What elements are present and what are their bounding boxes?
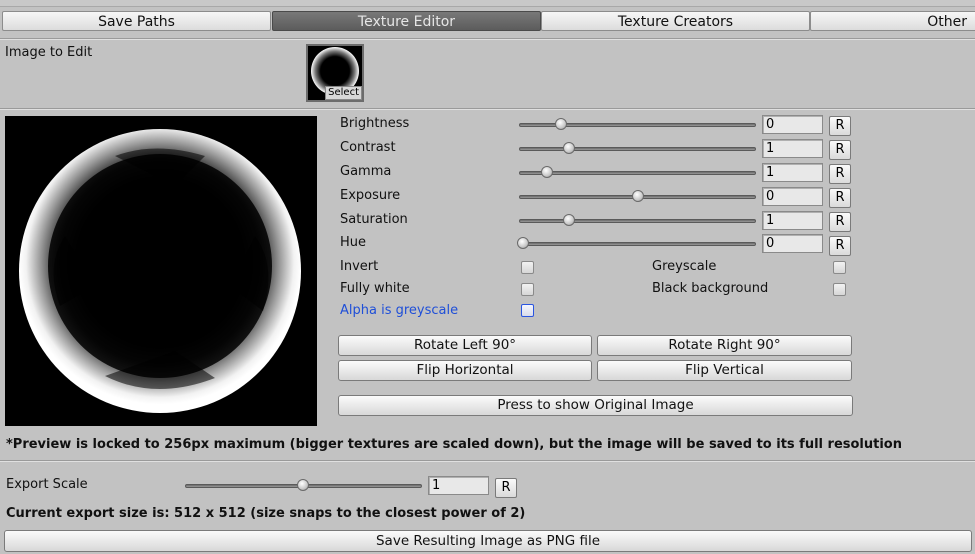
- flip-vertical-button[interactable]: Flip Vertical: [597, 360, 852, 381]
- divider: [0, 108, 975, 110]
- exposure-reset-button[interactable]: R: [829, 188, 851, 208]
- preview-note: *Preview is locked to 256px maximum (big…: [6, 437, 902, 452]
- tab-other[interactable]: Other: [810, 11, 975, 31]
- top-border: [0, 0, 975, 7]
- select-button[interactable]: Select: [325, 86, 362, 100]
- save-png-button[interactable]: Save Resulting Image as PNG file: [4, 530, 972, 552]
- contrast-label: Contrast: [340, 140, 396, 155]
- hue-slider[interactable]: [519, 242, 756, 246]
- gamma-input[interactable]: 1: [762, 163, 823, 182]
- black-background-checkbox[interactable]: [833, 283, 846, 296]
- fully-white-checkbox[interactable]: [521, 283, 534, 296]
- export-scale-reset-button[interactable]: R: [495, 478, 517, 498]
- contrast-input[interactable]: 1: [762, 139, 823, 158]
- brightness-label: Brightness: [340, 116, 410, 131]
- show-original-button[interactable]: Press to show Original Image: [338, 395, 853, 416]
- tab-texture-editor[interactable]: Texture Editor: [272, 11, 541, 31]
- gamma-slider-handle[interactable]: [541, 166, 553, 178]
- texture-preview: [5, 116, 317, 426]
- brightness-slider-handle[interactable]: [555, 118, 567, 130]
- rotate-left-button[interactable]: Rotate Left 90°: [338, 335, 592, 356]
- gamma-reset-button[interactable]: R: [829, 164, 851, 184]
- preview-image: [19, 129, 301, 413]
- exposure-label: Exposure: [340, 188, 401, 203]
- brightness-input[interactable]: 0: [762, 115, 823, 134]
- texture-thumbnail[interactable]: Select: [306, 44, 364, 102]
- alpha-is-greyscale-label: Alpha is greyscale: [340, 303, 459, 318]
- fully-white-label: Fully white: [340, 281, 410, 296]
- brightness-reset-button[interactable]: R: [829, 116, 851, 136]
- divider: [0, 460, 975, 462]
- greyscale-label: Greyscale: [652, 259, 717, 274]
- rotate-right-button[interactable]: Rotate Right 90°: [597, 335, 852, 356]
- black-background-label: Black background: [652, 281, 769, 296]
- hue-label: Hue: [340, 235, 367, 250]
- export-scale-input[interactable]: 1: [428, 476, 489, 495]
- exposure-slider-handle[interactable]: [632, 190, 644, 202]
- greyscale-checkbox[interactable]: [833, 261, 846, 274]
- hue-slider-handle[interactable]: [517, 237, 529, 249]
- hue-reset-button[interactable]: R: [829, 236, 851, 256]
- alpha-is-greyscale-checkbox[interactable]: [521, 304, 534, 317]
- tab-save-paths[interactable]: Save Paths: [2, 11, 271, 31]
- contrast-reset-button[interactable]: R: [829, 140, 851, 160]
- export-scale-label: Export Scale: [6, 477, 88, 492]
- export-scale-slider-handle[interactable]: [297, 479, 309, 491]
- invert-label: Invert: [340, 259, 379, 274]
- saturation-slider[interactable]: [519, 219, 756, 223]
- tab-bar: Save Paths Texture Editor Texture Creato…: [0, 11, 975, 33]
- saturation-reset-button[interactable]: R: [829, 212, 851, 232]
- contrast-slider[interactable]: [519, 147, 756, 151]
- hue-input[interactable]: 0: [762, 234, 823, 253]
- image-to-edit-label: Image to Edit: [5, 45, 93, 60]
- saturation-label: Saturation: [340, 212, 408, 227]
- contrast-slider-handle[interactable]: [563, 142, 575, 154]
- saturation-slider-handle[interactable]: [563, 214, 575, 226]
- invert-checkbox[interactable]: [521, 261, 534, 274]
- tab-texture-creators[interactable]: Texture Creators: [541, 11, 810, 31]
- divider: [0, 38, 975, 40]
- saturation-input[interactable]: 1: [762, 211, 823, 230]
- gamma-label: Gamma: [340, 164, 392, 179]
- export-size-text: Current export size is: 512 x 512 (size …: [6, 506, 526, 521]
- exposure-input[interactable]: 0: [762, 187, 823, 206]
- gamma-slider[interactable]: [519, 171, 756, 175]
- flip-horizontal-button[interactable]: Flip Horizontal: [338, 360, 592, 381]
